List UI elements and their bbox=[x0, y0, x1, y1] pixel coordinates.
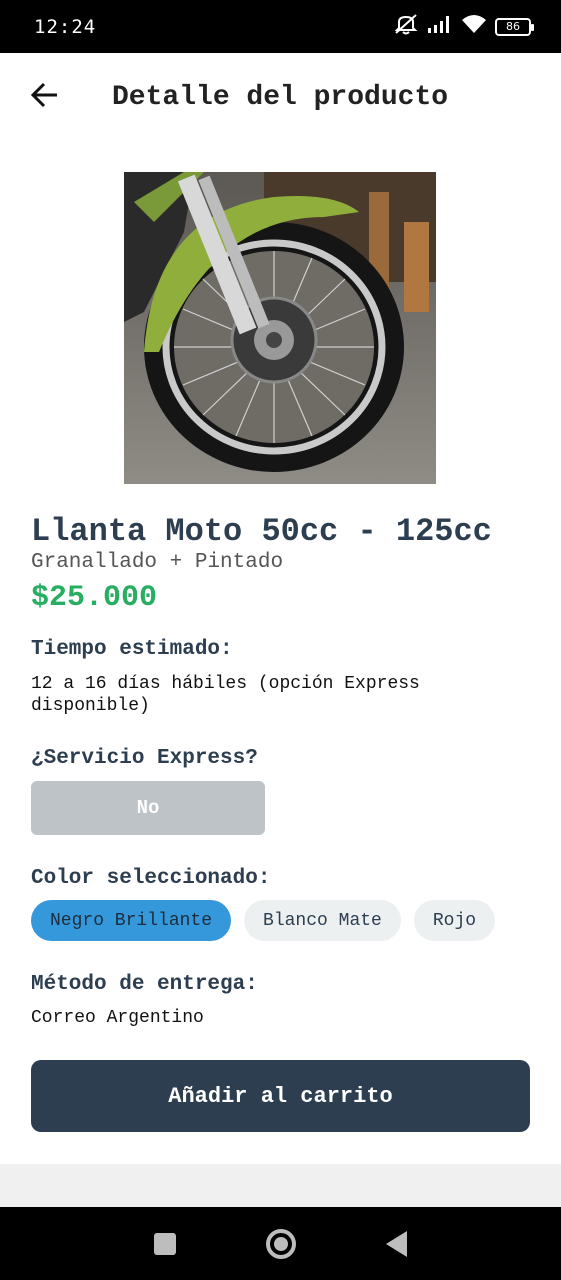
app-bar: Detalle del producto bbox=[0, 53, 561, 141]
estimated-time-value: 12 a 16 días hábiles (opción Express dis… bbox=[31, 674, 420, 716]
home-circle-icon[interactable] bbox=[266, 1228, 296, 1259]
battery-icon: 86 bbox=[495, 17, 534, 36]
product-image bbox=[124, 172, 436, 484]
product-subtitle: Granallado + Pintado bbox=[31, 551, 284, 574]
back-triangle-icon[interactable] bbox=[386, 1230, 407, 1257]
express-toggle-button[interactable]: No bbox=[31, 781, 265, 835]
arrow-left-icon bbox=[30, 82, 59, 113]
color-chip-list: Negro Brillante Blanco Mate Rojo bbox=[31, 900, 530, 942]
status-bar: 12:24 86 bbox=[0, 0, 561, 53]
product-title: Llanta Moto 50cc - 125cc bbox=[31, 513, 492, 550]
recents-square-icon[interactable] bbox=[154, 1232, 176, 1255]
system-nav-bar bbox=[0, 1207, 561, 1280]
color-chip-rojo[interactable]: Rojo bbox=[413, 900, 496, 941]
delivery-value: Correo Argentino bbox=[31, 1008, 204, 1028]
product-detail: Llanta Moto 50cc - 125cc Granallado + Pi… bbox=[0, 141, 561, 1164]
color-chip-blanco-mate[interactable]: Blanco Mate bbox=[244, 900, 401, 941]
product-price: $25.000 bbox=[31, 581, 158, 615]
express-label: ¿Servicio Express? bbox=[31, 747, 258, 770]
wifi-icon bbox=[461, 14, 487, 39]
mute-icon bbox=[393, 13, 419, 40]
status-time: 12:24 bbox=[34, 15, 97, 38]
estimated-time-label: Tiempo estimado: bbox=[31, 638, 233, 661]
status-icons: 86 bbox=[393, 13, 534, 40]
delivery-label: Método de entrega: bbox=[31, 973, 258, 996]
page-title: Detalle del producto bbox=[112, 81, 449, 113]
color-chip-negro-brillante[interactable]: Negro Brillante bbox=[31, 900, 232, 941]
back-button[interactable] bbox=[0, 53, 90, 141]
color-label: Color seleccionado: bbox=[31, 867, 271, 890]
add-to-cart-button[interactable]: Añadir al carrito bbox=[31, 1060, 530, 1132]
signal-icon bbox=[427, 14, 453, 39]
